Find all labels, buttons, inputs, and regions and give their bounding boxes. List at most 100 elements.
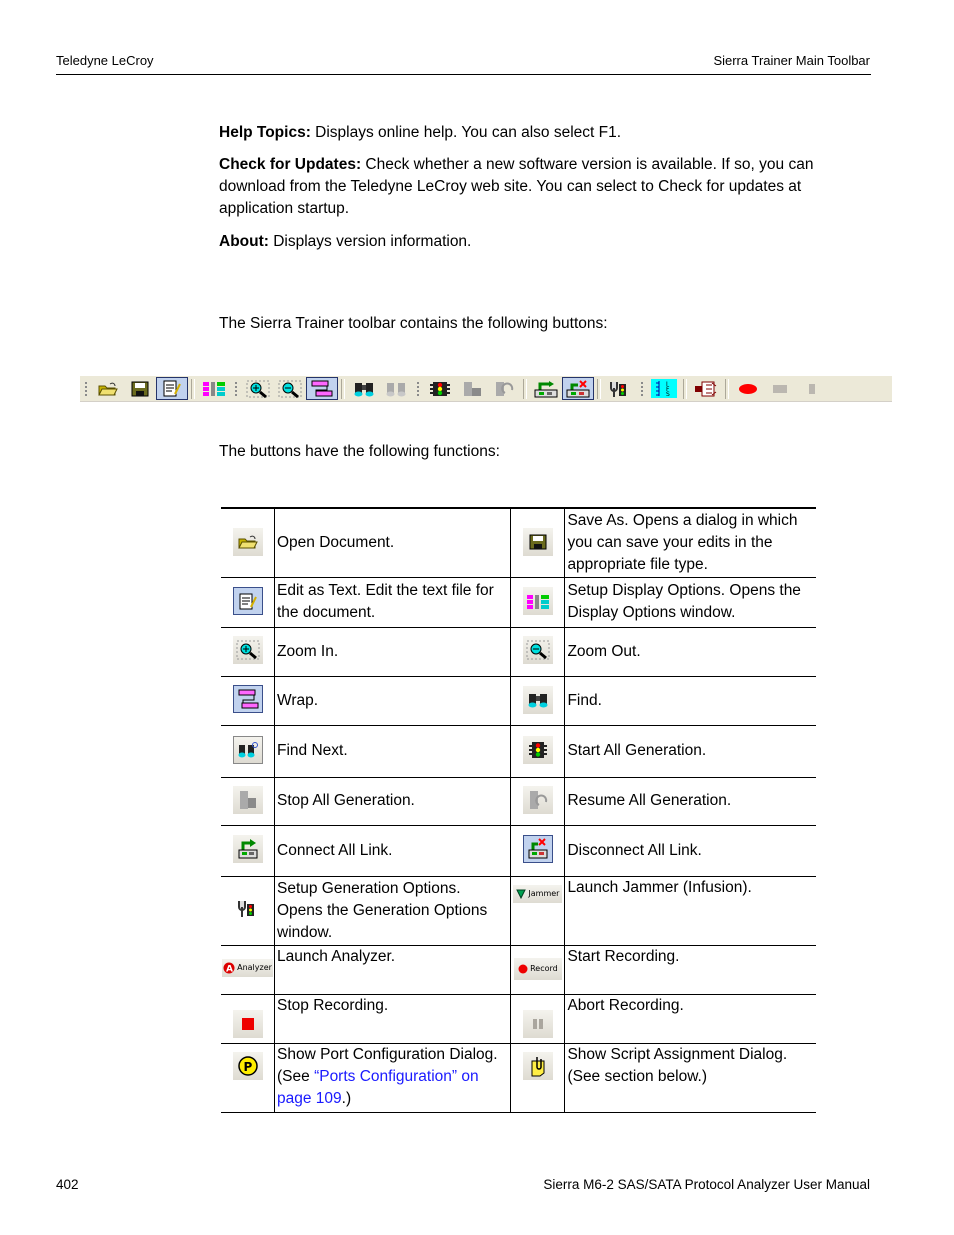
edit-text-icon [163,380,181,397]
disconnect-link-icon [566,379,590,397]
header-left: Teledyne LeCroy [56,53,154,68]
generation-options-icon [610,381,626,397]
icon-cell [510,676,566,726]
wrap-icon [311,380,333,396]
abort-recording-button[interactable] [796,377,828,400]
export-button[interactable] [690,377,722,400]
edit-as-text-button[interactable] [156,377,188,400]
zoom-in-button[interactable] [242,377,274,400]
toolbar-grip[interactable] [234,380,238,397]
description: Displays version information. [268,233,472,250]
table-row: Find Next. Start All Generation. [221,725,816,778]
stop-record-icon [773,384,787,393]
find-icon [522,686,553,714]
description-cell: Save As. Opens a dialog in which you can… [564,508,816,578]
zoom-in-icon [232,636,263,664]
header-rule [56,74,871,75]
icon-cell [221,994,275,1044]
save-as-button[interactable] [124,377,156,400]
record-icon: Record [514,958,562,980]
manual-title: Sierra M6-2 SAS/SATA Protocol Analyzer U… [543,1177,870,1192]
help-topics-paragraph: Help Topics: Displays online help. You c… [219,122,869,144]
table-row: A Analyzer Launch Analyzer. Record Start … [221,945,816,995]
start-generation-icon [522,736,553,764]
description-cell: Disconnect All Link. [564,825,816,877]
description-cell: Zoom In. [274,627,512,677]
disconnect-link-icon [522,834,553,863]
disconnect-all-link-button[interactable] [562,377,594,400]
find-next-icon [386,382,406,396]
zoom-out-icon [278,380,302,398]
find-button[interactable] [348,377,380,400]
ifs-button[interactable]: IFS [648,377,680,400]
toolbar-separator [341,378,345,399]
header-right: Sierra Trainer Main Toolbar [713,53,870,68]
icon-cell [221,676,275,726]
toolbar-grip[interactable] [416,380,420,397]
find-next-button[interactable] [380,377,412,400]
port-config-icon: P [232,1051,263,1080]
check-updates-paragraph: Check for Updates: Check whether a new s… [219,154,869,220]
resume-all-generation-button[interactable] [488,377,520,400]
zoom-out-button[interactable] [274,377,306,400]
open-document-button[interactable] [92,377,124,400]
icon-cell [510,725,566,778]
icon-cell [221,627,275,677]
description: Displays online help. You can also selec… [310,124,622,141]
connect-link-icon [534,380,558,397]
icon-cell [510,577,566,628]
icon-cell [221,876,275,946]
description-cell: Stop Recording. [274,994,512,1044]
table-row: Zoom In. Zoom Out. [221,627,816,677]
icon-cell: P [221,1043,275,1113]
stop-generation-icon [232,785,263,814]
toolbar-separator [683,378,687,399]
zoom-out-icon [522,636,553,664]
toolbar-separator [597,378,601,399]
toolbar-grip[interactable] [84,380,88,397]
port-config-text-end: .) [341,1089,352,1107]
toolbar-separator [725,378,729,399]
start-recording-button[interactable] [732,377,764,400]
toolbar-grip[interactable] [640,380,644,397]
display-options-button[interactable] [198,377,230,400]
description-cell: Edit as Text. Edit the text file for the… [274,577,512,628]
toolbar-separator [191,378,195,399]
record-icon-label: Record [530,964,558,973]
description-cell: Find Next. [274,725,512,778]
zoom-in-icon [246,380,270,398]
export-icon [695,381,717,396]
script-assignment-icon [522,1051,553,1080]
icon-cell [510,627,566,677]
start-all-generation-button[interactable] [424,377,456,400]
description-cell: Zoom Out. [564,627,816,677]
connect-all-link-button[interactable] [530,377,562,400]
icon-cell [221,725,275,778]
page-number: 402 [56,1177,79,1192]
icon-cell: Jammer [510,876,566,946]
icon-cell: Record [510,945,566,995]
term: Check for Updates: [219,156,362,173]
icon-cell [510,994,566,1044]
stop-recording-button[interactable] [764,377,796,400]
icon-cell [221,577,275,628]
svg-text:P: P [243,1060,252,1074]
wrap-icon [232,684,263,713]
resume-generation-icon [496,381,514,396]
save-icon [522,528,553,557]
description-cell: Setup Generation Options. Opens the Gene… [274,876,512,946]
connect-link-icon [232,834,263,863]
analyzer-icon: A Analyzer [222,958,273,977]
svg-text:S: S [666,391,670,398]
display-options-icon [203,382,225,396]
ifs-icon: IFS [651,379,677,398]
stop-all-generation-button[interactable] [456,377,488,400]
script-assignment-text: Show Script Assignment Dialog. [567,1045,788,1063]
generation-options-button[interactable] [604,377,636,400]
icon-cell [510,1043,566,1113]
wrap-button[interactable] [306,377,338,400]
description-cell: Launch Analyzer. [274,945,512,995]
save-icon [131,381,149,396]
svg-text:A: A [226,964,233,974]
description-cell: Connect All Link. [274,825,512,877]
